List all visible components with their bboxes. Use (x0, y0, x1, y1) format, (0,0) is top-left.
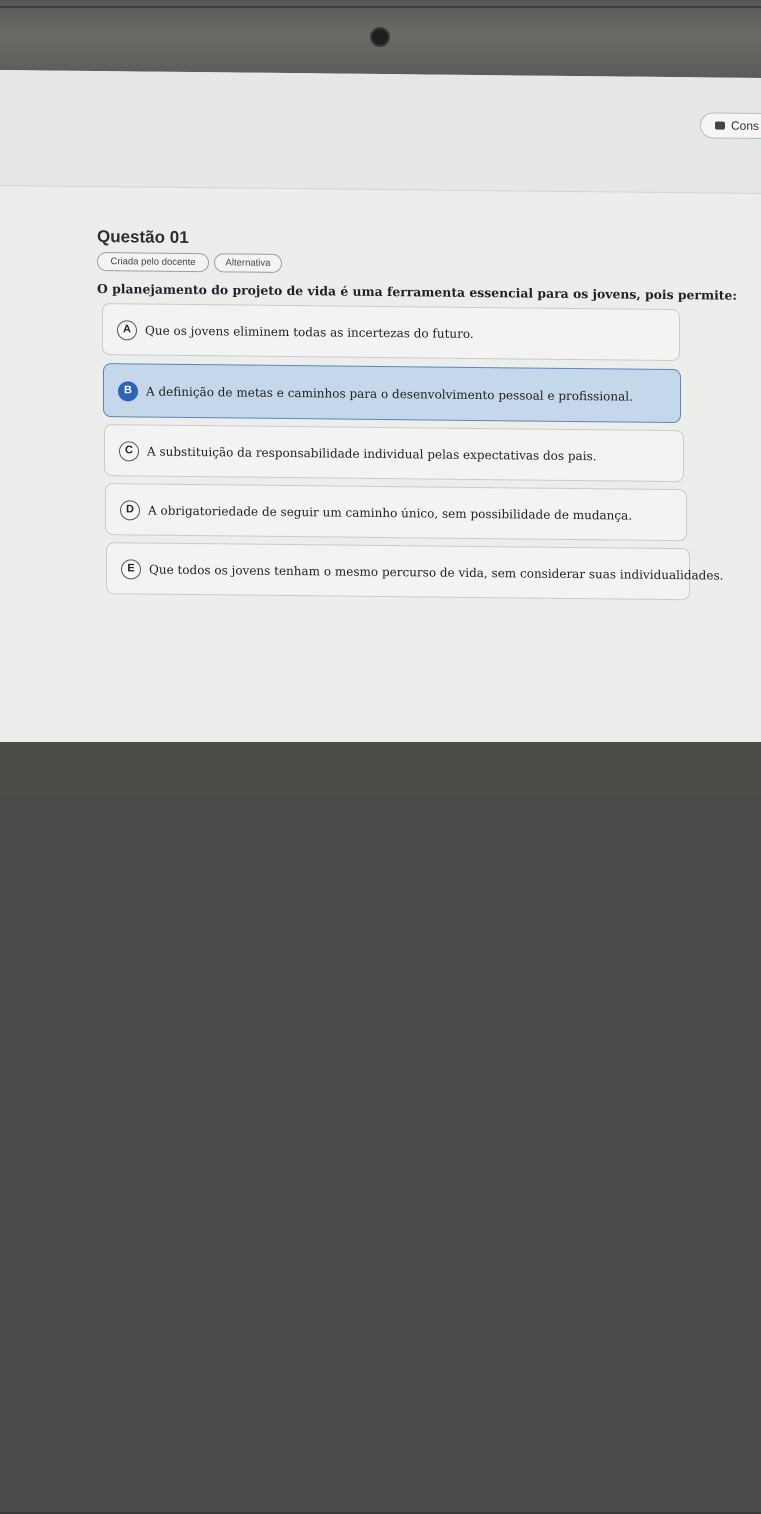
laptop-bezel-bottom (0, 742, 761, 1514)
option-letter-d: D (120, 500, 140, 521)
book-icon (715, 121, 725, 130)
option-a[interactable]: A Que os jovens eliminem todas as incert… (102, 303, 680, 362)
option-text-e: Que todos os jovens tenham o mesmo percu… (149, 562, 724, 583)
option-c[interactable]: C A substituição da responsabilidade ind… (104, 424, 684, 483)
question-stem: O planejamento do projeto de vida é uma … (97, 281, 737, 303)
tag-created-by-teacher: Criada pelo docente (97, 252, 209, 273)
webcam (370, 27, 390, 47)
tag-question-type: Alternativa (214, 253, 282, 273)
question-card: Questão 01 Criada pelo docente Alternati… (0, 220, 761, 601)
top-bar: Cons (0, 70, 761, 194)
option-text-d: A obrigatoriedade de seguir um caminho ú… (148, 503, 633, 523)
cons-button[interactable]: Cons (700, 112, 761, 140)
option-e[interactable]: E Que todos os jovens tenham o mesmo per… (106, 542, 723, 601)
laptop-bezel-top (0, 0, 761, 78)
option-text-b: A definição de metas e caminhos para o d… (146, 384, 633, 404)
question-title: Questão 01 (97, 227, 189, 247)
option-text-c: A substituição da responsabilidade indiv… (147, 444, 597, 464)
option-letter-e: E (121, 559, 141, 580)
option-b[interactable]: B A definição de metas e caminhos para o… (103, 363, 681, 424)
cons-button-label: Cons (731, 118, 760, 133)
option-d[interactable]: D A obrigatoriedade de seguir um caminho… (105, 483, 687, 542)
screen: Cons Questão 01 Criada pelo docente Alte… (0, 70, 761, 750)
option-text-a: Que os jovens eliminem todas as incertez… (145, 323, 474, 341)
option-letter-b: B (118, 381, 138, 402)
option-letter-c: C (119, 441, 139, 462)
bezel-edge (0, 6, 761, 8)
option-letter-a: A (117, 320, 137, 341)
